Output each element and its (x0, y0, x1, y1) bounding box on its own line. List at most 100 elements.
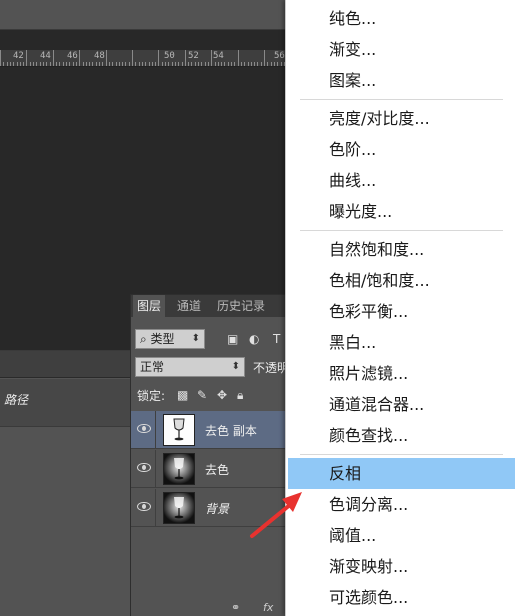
ruler-tick (244, 62, 246, 66)
ruler-tick (66, 62, 67, 66)
ruler-tick (102, 62, 104, 66)
ruler-tick (82, 62, 84, 66)
wine-glass-icon (174, 458, 184, 480)
tab-channels[interactable]: 通道 (173, 295, 205, 317)
ruler-tick (227, 62, 229, 66)
ruler-tick (211, 50, 213, 66)
ruler-tick (0, 50, 1, 66)
ruler-tick (138, 62, 140, 66)
ruler-label: 42 (13, 51, 24, 61)
path-row[interactable]: 路径 (0, 379, 130, 427)
layer-filter-select[interactable]: ⌕ 类型 ⬍ (135, 329, 205, 349)
ruler-tick (204, 62, 206, 66)
ruler-tick (250, 62, 252, 66)
horizontal-ruler: 42 44 46 48 50 52 54 56 (0, 50, 290, 67)
layer-row[interactable]: 背景 (131, 489, 291, 527)
ruler-tick (267, 62, 269, 66)
blend-mode-value: 正常 (140, 360, 165, 374)
ruler-tick (168, 62, 170, 66)
layers-panel: 图层 通道 历史记录 ⌕ 类型 ⬍ ▣ ◐ T 正常 ⬍ 不透明 锁定: ▩ ✎… (130, 294, 291, 616)
chevron-updown-icon: ⬍ (231, 361, 240, 372)
ruler-tick (141, 62, 143, 66)
ruler-tick (92, 62, 94, 66)
ruler-tick (105, 50, 107, 66)
paths-panel: 路径 (0, 350, 130, 616)
menu-item-curves[interactable]: 曲线... (286, 165, 516, 196)
ruler-tick (122, 62, 124, 66)
ruler-tick (158, 50, 160, 66)
lock-move-icon[interactable]: ✥ (217, 389, 231, 401)
search-icon: ⌕ (140, 332, 151, 346)
eye-icon[interactable] (137, 463, 151, 472)
menu-item-solid-color[interactable]: 纯色... (286, 3, 516, 34)
ruler-tick (33, 62, 34, 66)
ruler-tick (99, 62, 100, 66)
menu-item-selective-color[interactable]: 可选颜色... (286, 582, 516, 613)
opacity-label: 不透明 (253, 361, 290, 375)
ruler-tick (19, 62, 21, 66)
menu-item-levels[interactable]: 色阶... (286, 134, 516, 165)
ruler-tick (148, 62, 150, 66)
tab-history[interactable]: 历史记录 (213, 295, 269, 317)
divider (155, 411, 156, 449)
menu-item-gradient-map[interactable]: 渐变映射... (286, 551, 516, 582)
blend-mode-select[interactable]: 正常 ⬍ (135, 357, 245, 377)
menu-item-posterize[interactable]: 色调分离... (286, 489, 516, 520)
eye-icon[interactable] (137, 502, 151, 511)
ruler-tick (62, 62, 64, 66)
ruler-tick (240, 62, 242, 66)
ruler-tick (280, 62, 282, 66)
filter-kind: 类型 (150, 332, 175, 346)
ruler-tick (254, 62, 256, 66)
adjustment-filter-icon[interactable]: ◐ (249, 333, 263, 345)
menu-item-exposure[interactable]: 曝光度... (286, 196, 516, 227)
menu-item-threshold[interactable]: 阈值... (286, 520, 516, 551)
menu-item-hue-saturation[interactable]: 色相/饱和度... (286, 265, 516, 296)
fx-icon[interactable]: fx (263, 601, 273, 614)
menu-item-invert[interactable]: 反相 (288, 458, 515, 489)
ruler-tick (188, 62, 190, 66)
ruler-tick (161, 62, 163, 66)
ruler-tick (264, 50, 265, 66)
menu-item-channel-mixer[interactable]: 通道混合器... (286, 389, 516, 420)
eye-icon[interactable] (137, 424, 151, 433)
menu-item-pattern[interactable]: 图案... (286, 65, 516, 96)
ruler-tick (217, 62, 219, 66)
layer-thumbnail (163, 414, 195, 446)
link-layers-icon[interactable]: ⚭ (231, 601, 240, 614)
ruler-tick (39, 62, 41, 66)
menu-item-vibrance[interactable]: 自然饱和度... (286, 234, 516, 265)
menu-item-black-white[interactable]: 黑白... (286, 327, 516, 358)
image-filter-icon[interactable]: ▣ (227, 333, 241, 345)
lock-all-icon[interactable]: 🔒︎ (237, 389, 251, 401)
layer-name: 背景 (205, 502, 230, 516)
layer-row[interactable]: 去色 副本 (131, 411, 291, 449)
ruler-tick (108, 62, 110, 66)
ruler-tick (132, 50, 133, 66)
ruler-tick (95, 62, 97, 66)
menu-item-brightness-contrast[interactable]: 亮度/对比度... (286, 103, 516, 134)
chevron-updown-icon: ⬍ (191, 333, 200, 344)
ruler-tick (171, 62, 173, 66)
divider (155, 450, 156, 488)
ruler-tick (128, 62, 130, 66)
ruler-tick (224, 62, 226, 66)
layer-row[interactable]: 去色 (131, 450, 291, 488)
menu-item-color-balance[interactable]: 色彩平衡... (286, 296, 516, 327)
lock-row: 锁定: ▩ ✎ ✥ 🔒︎ (135, 385, 291, 405)
ruler-label: 52 (188, 51, 199, 61)
lock-paint-brush-icon[interactable]: ✎ (197, 389, 211, 401)
ruler-tick (69, 62, 71, 66)
ruler-tick (178, 62, 180, 66)
menu-separator (300, 230, 503, 231)
menu-item-photo-filter[interactable]: 照片滤镜... (286, 358, 516, 389)
ruler-tick (191, 62, 193, 66)
tab-layers[interactable]: 图层 (133, 295, 166, 317)
menu-item-gradient[interactable]: 渐变... (286, 34, 516, 65)
ruler-tick (115, 62, 117, 66)
ruler-tick (112, 62, 114, 66)
ruler-tick (118, 62, 120, 66)
lock-transparent-icon[interactable]: ▩ (177, 389, 191, 401)
ruler-tick (79, 50, 81, 66)
menu-item-color-lookup[interactable]: 颜色查找... (286, 420, 516, 451)
